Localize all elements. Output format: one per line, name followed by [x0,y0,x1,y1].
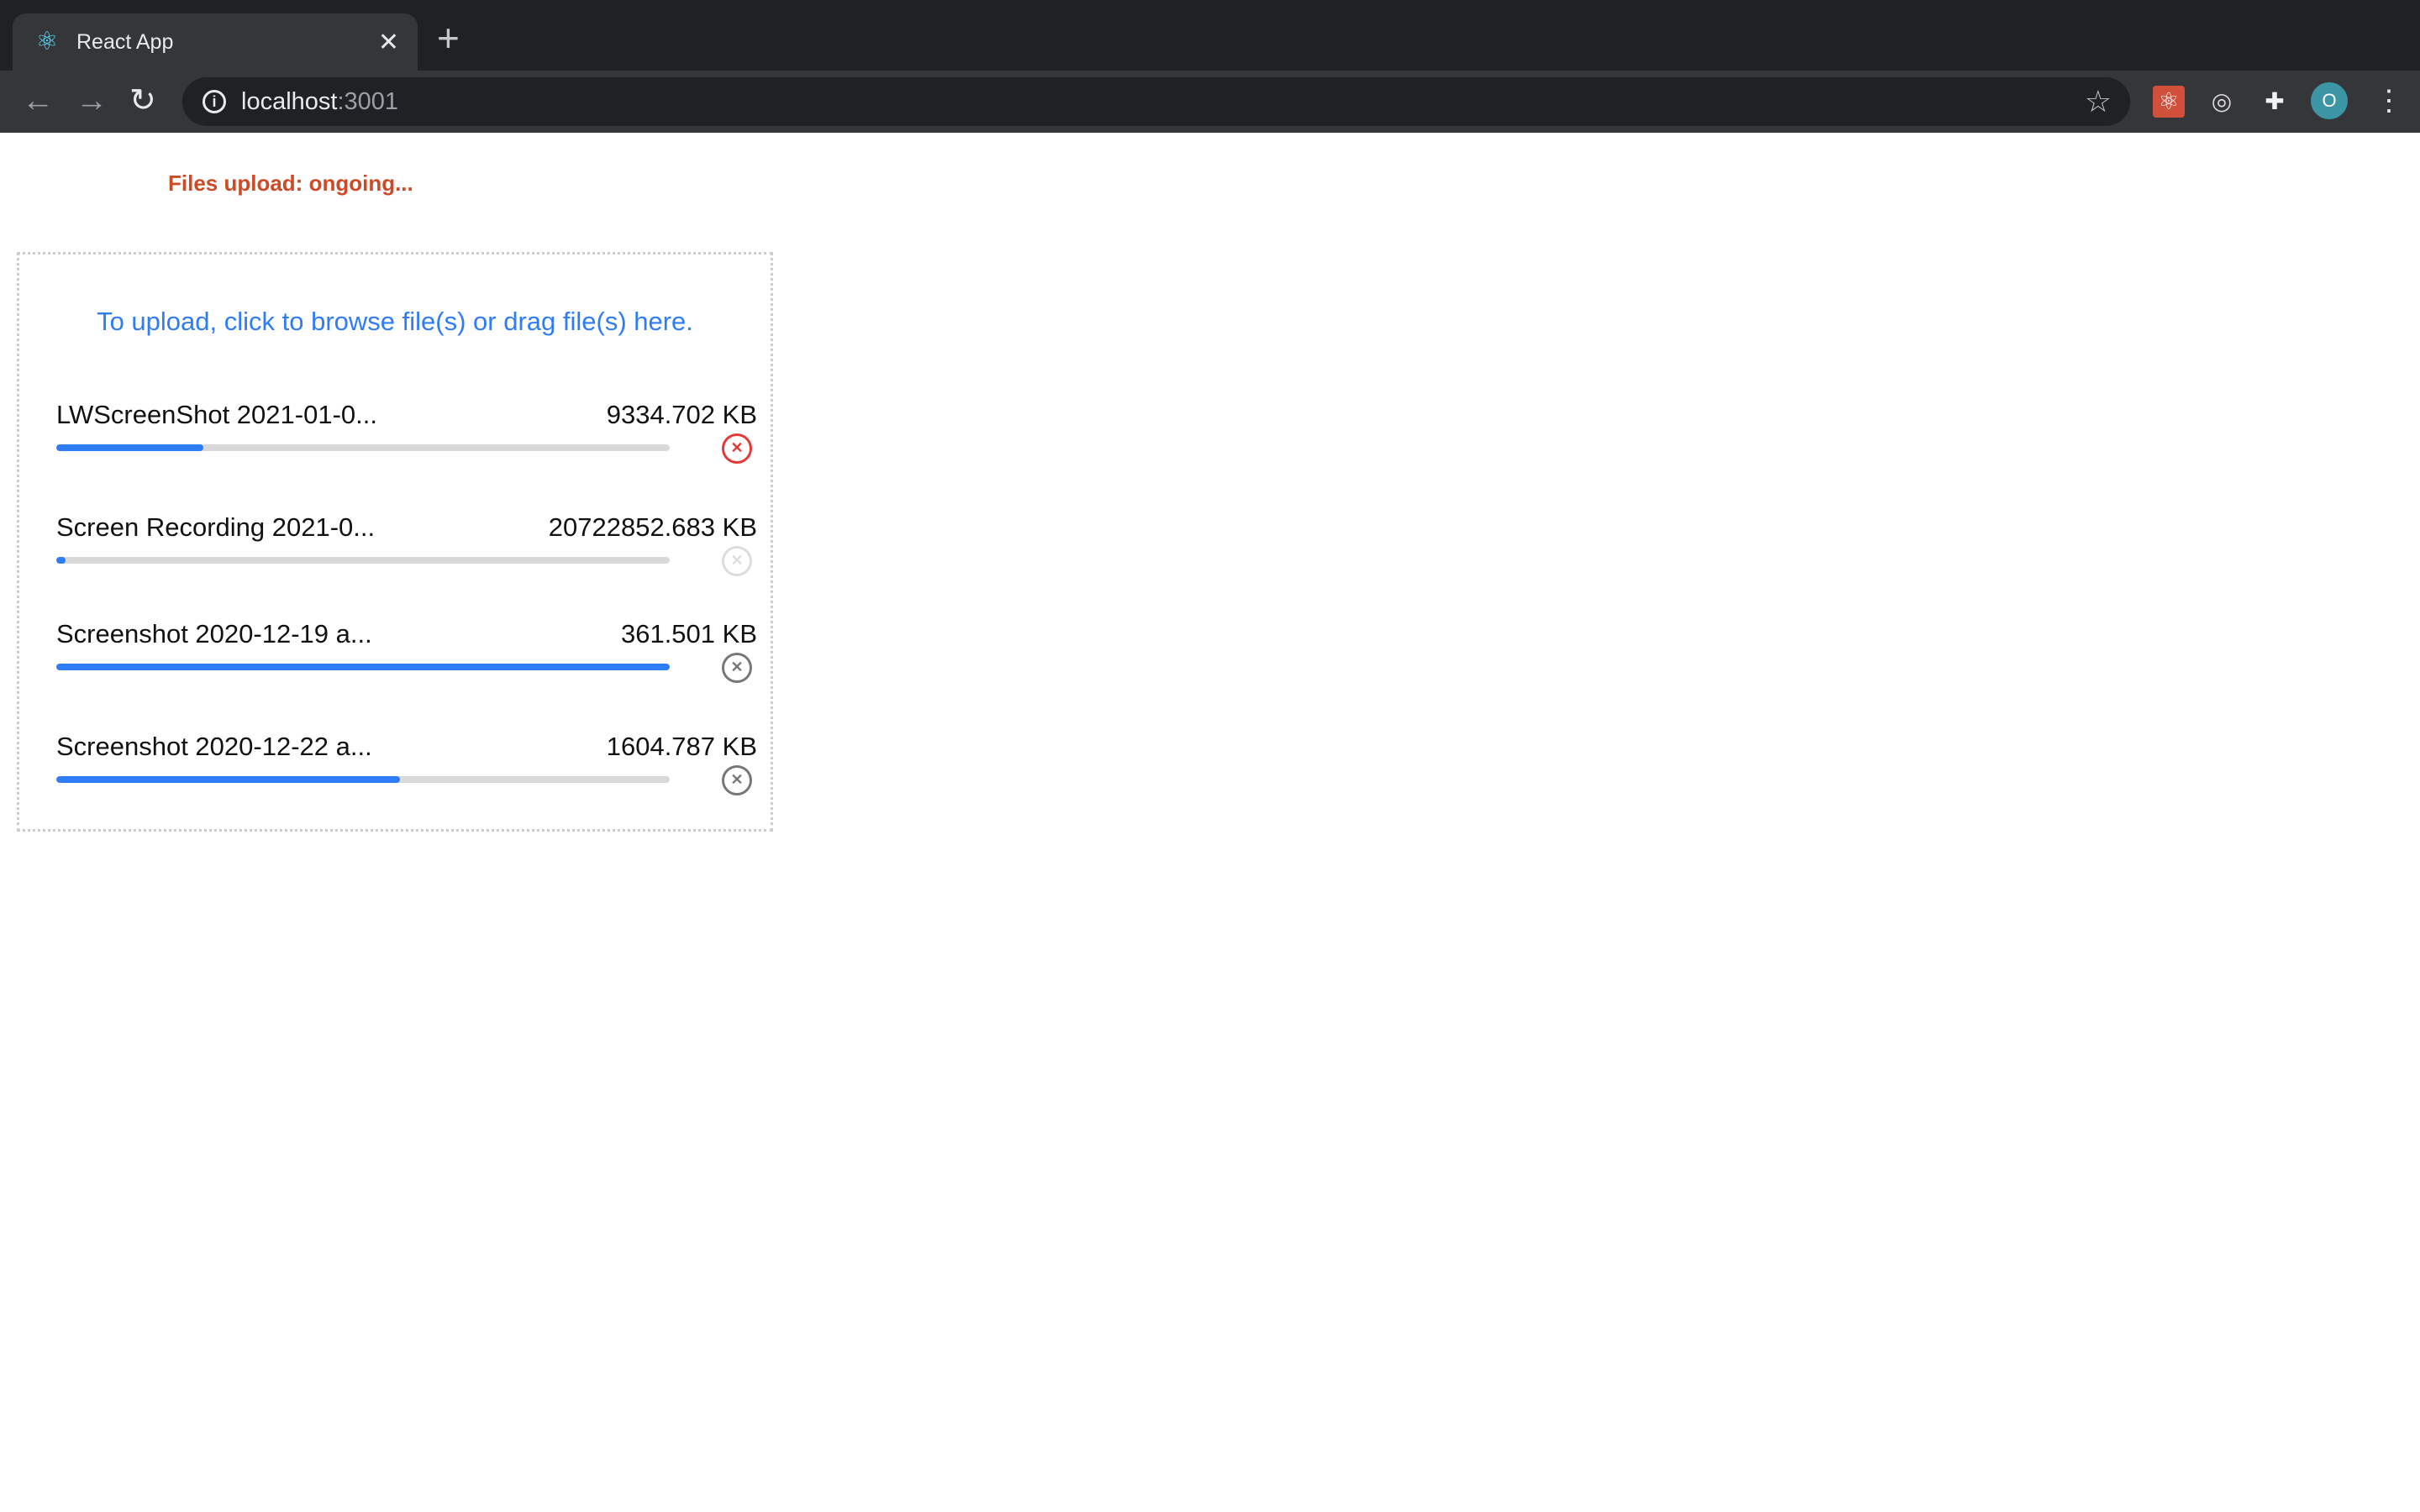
tab-strip: ⚛ React App ✕ + [0,0,2420,71]
file-size: 20722852.683 KB [548,512,757,542]
file-name: Screenshot 2020-12-22 a... [56,732,372,761]
target-extension-icon[interactable]: ◎ [2206,86,2238,118]
reload-icon[interactable]: ↻ [129,82,156,119]
tab-react-app[interactable]: ⚛ React App ✕ [13,13,418,71]
file-name: Screen Recording 2021-0... [56,512,376,542]
back-icon[interactable]: ← [22,82,54,119]
react-devtools-extension-icon[interactable]: ⚛ [2153,86,2185,118]
profile-avatar[interactable]: O [2311,82,2348,119]
address-bar[interactable]: i localhost:3001 ☆ [182,77,2130,126]
tab-title: React App [76,29,174,54]
file-size: 9334.702 KB [606,400,757,429]
url-port: :3001 [337,87,399,115]
close-tab-icon[interactable]: ✕ [378,28,399,57]
more-menu-icon[interactable]: ⋮ [2375,81,2403,121]
file-row: Screenshot 2020-12-19 a... 361.501 KB ✕ [56,619,757,711]
file-name: LWScreenShot 2021-01-0... [56,400,377,429]
file-name: Screenshot 2020-12-19 a... [56,619,372,648]
progress-bar [56,444,670,451]
browser-toolbar: ← → ↻ i localhost:3001 ☆ ⚛ ◎ ✚ O ⋮ [0,71,2420,133]
info-icon[interactable]: i [203,90,226,113]
file-row: LWScreenShot 2021-01-0... 9334.702 KB ✕ [56,400,757,492]
file-size: 361.501 KB [620,619,757,648]
cancel-upload-icon[interactable]: ✕ [722,765,752,795]
extensions-puzzle-icon[interactable]: ✚ [2259,86,2291,118]
cancel-upload-icon[interactable]: ✕ [722,653,752,683]
file-row: Screenshot 2020-12-22 a... 1604.787 KB ✕ [56,732,757,824]
progress-bar [56,776,670,783]
progress-bar [56,664,670,670]
progress-fill [56,664,670,670]
progress-fill [56,557,66,564]
file-row: Screen Recording 2021-0... 20722852.683 … [56,512,757,605]
react-logo-icon: ⚛ [35,28,59,55]
dropzone[interactable]: To upload, click to browse file(s) or dr… [17,252,773,832]
dropzone-hint[interactable]: To upload, click to browse file(s) or dr… [19,307,771,337]
progress-fill [56,776,400,783]
cancel-upload-icon[interactable]: ✕ [722,546,752,576]
bookmark-star-icon[interactable]: ☆ [2085,84,2112,119]
url-host: localhost [241,87,338,115]
upload-status: Files upload: ongoing... [168,171,413,196]
progress-bar [56,557,670,564]
cancel-upload-icon[interactable]: ✕ [722,433,752,464]
file-size: 1604.787 KB [606,732,757,761]
forward-icon[interactable]: → [76,82,108,119]
progress-fill [56,444,204,451]
new-tab-button[interactable]: + [437,18,460,57]
